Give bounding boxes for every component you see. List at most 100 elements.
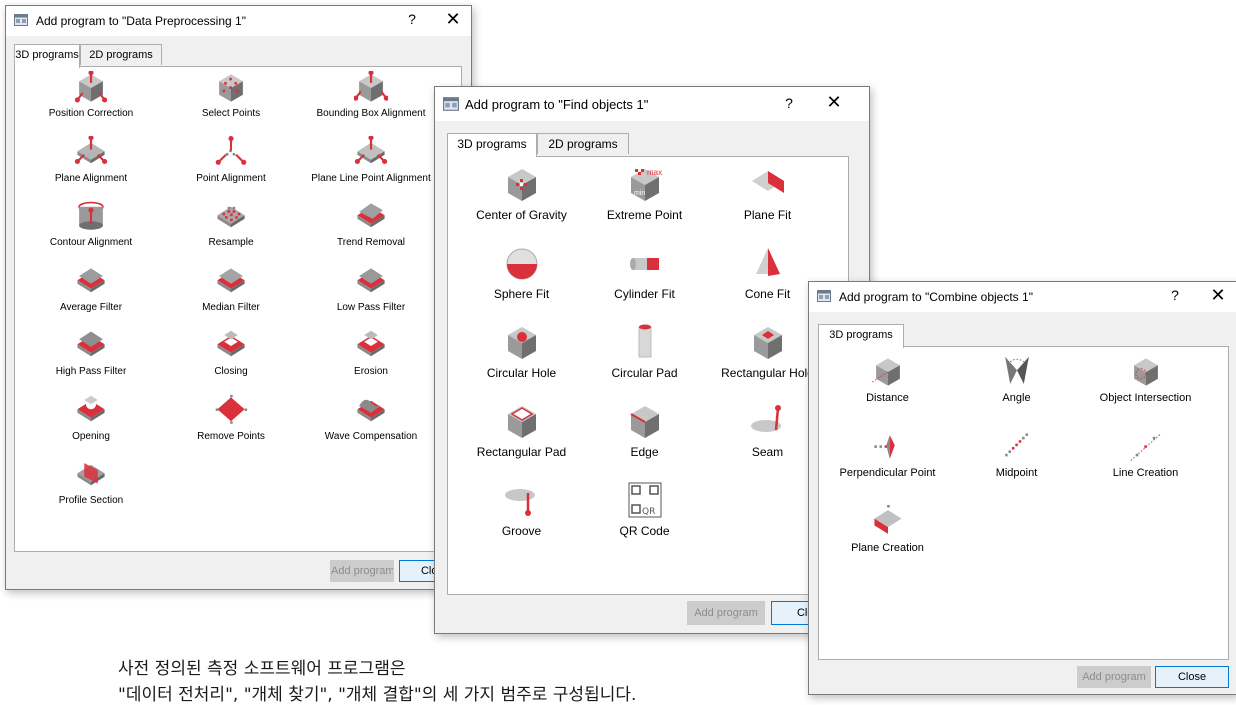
opening-icon	[77, 395, 105, 421]
program-item-extreme-point[interactable]: max min Extreme Point	[583, 165, 706, 222]
program-item-object-intersection[interactable]: Object Intersection	[1081, 355, 1210, 404]
program-item-rectangular-pad[interactable]: Rectangular Pad	[460, 402, 583, 459]
program-label: Trend Removal	[337, 237, 405, 248]
object-intersection-icon	[1133, 358, 1158, 386]
close-button[interactable]: Close	[1155, 666, 1229, 688]
program-item-opening[interactable]: Opening	[21, 394, 161, 442]
add-program-button[interactable]: Add program	[687, 601, 765, 625]
program-item-line-creation[interactable]: Line Creation	[1081, 430, 1210, 479]
svg-text:QR: QR	[642, 507, 655, 517]
program-item-profile-section[interactable]: Profile Section	[21, 458, 161, 506]
program-item-average-filter[interactable]: Average Filter	[21, 265, 161, 313]
close-window-button[interactable]: ✕	[1205, 285, 1231, 306]
dialog-combine-objects: Add program to "Combine objects 1" ? ✕ 3…	[808, 281, 1236, 695]
tab-2d-programs[interactable]: 2D programs	[537, 133, 629, 154]
cone-fit-icon	[755, 248, 780, 276]
program-item-high-pass-filter[interactable]: High Pass Filter	[21, 329, 161, 377]
program-item-circular-pad[interactable]: Circular Pad	[583, 323, 706, 380]
sphere-fit-icon	[506, 248, 537, 280]
remove-points-icon	[215, 394, 248, 424]
program-list: Center of Gravity max min Extreme Point P…	[447, 156, 849, 595]
program-label: Profile Section	[58, 495, 124, 506]
tab-2d-programs[interactable]: 2D programs	[80, 44, 162, 65]
help-button[interactable]: ?	[777, 95, 801, 111]
program-item-center-of-gravity[interactable]: Center of Gravity	[460, 165, 583, 222]
add-program-button[interactable]: Add program	[330, 560, 394, 582]
help-button[interactable]: ?	[400, 11, 424, 27]
dialog-find-objects: Add program to "Find objects 1" ? ✕ 3D p…	[434, 86, 870, 634]
add-program-button[interactable]: Add program	[1077, 666, 1151, 688]
circular-pad-icon	[638, 324, 651, 358]
program-item-plane-alignment[interactable]: Plane Alignment	[21, 135, 161, 184]
program-item-sphere-fit[interactable]: Sphere Fit	[460, 244, 583, 301]
program-item-trend-removal[interactable]: Trend Removal	[301, 200, 441, 248]
program-item-qr-code[interactable]: QR QR Code	[583, 481, 706, 538]
point-alignment-icon	[215, 135, 247, 165]
program-item-wave-compensation[interactable]: Wave Compensation	[301, 394, 441, 442]
program-label: Low Pass Filter	[336, 301, 406, 313]
tab-3d-programs[interactable]: 3D programs	[818, 324, 904, 348]
low-pass-filter-icon	[357, 267, 385, 292]
plane-line-point-alignment-icon	[354, 135, 388, 164]
program-label: Point Alignment	[196, 172, 266, 184]
close-window-button[interactable]: ✕	[440, 9, 466, 30]
program-label: Circular Hole	[486, 366, 557, 380]
program-item-low-pass-filter[interactable]: Low Pass Filter	[301, 265, 441, 313]
line-creation-icon	[1129, 433, 1162, 461]
program-label: Wave Compensation	[324, 430, 418, 442]
tab-3d-programs[interactable]: 3D programs	[447, 133, 537, 157]
tab-3d-programs[interactable]: 3D programs	[14, 44, 80, 68]
program-label: Perpendicular Point	[839, 467, 936, 479]
title-bar[interactable]: Add program to "Find objects 1" ? ✕	[435, 87, 869, 121]
plane-creation-icon	[873, 505, 902, 534]
program-label: Erosion	[354, 366, 388, 377]
program-item-point-alignment[interactable]: Point Alignment	[161, 135, 301, 184]
program-item-select-points[interactable]: Select Points	[161, 71, 301, 119]
program-item-perpendicular-point[interactable]: Perpendicular Point	[823, 430, 952, 479]
contour-alignment-icon	[78, 201, 104, 230]
program-item-plane-creation[interactable]: Plane Creation	[823, 505, 952, 554]
resample-icon	[217, 206, 245, 228]
program-item-edge[interactable]: Edge	[583, 402, 706, 459]
program-item-plane-line-point-alignment[interactable]: Plane Line Point Alignment	[301, 135, 441, 184]
program-label: Contour Alignment	[49, 237, 133, 248]
program-label: High Pass Filter	[55, 366, 127, 377]
program-label: Resample	[208, 237, 254, 248]
program-item-angle[interactable]: Angle	[952, 355, 1081, 404]
app-window-icon	[14, 14, 28, 26]
program-item-groove[interactable]: Groove	[460, 481, 583, 538]
distance-icon	[870, 358, 900, 386]
program-item-plane-fit[interactable]: Plane Fit	[706, 165, 829, 222]
dialog-data-preprocessing: Add program to "Data Preprocessing 1" ? …	[5, 5, 472, 590]
program-item-circular-hole[interactable]: Circular Hole	[460, 323, 583, 380]
dialog-title: Add program to "Data Preprocessing 1"	[36, 14, 246, 28]
app-window-icon	[443, 97, 459, 111]
program-item-position-correction[interactable]: Position Correction	[21, 71, 161, 119]
program-label: Groove	[501, 524, 542, 538]
program-item-remove-points[interactable]: Remove Points	[161, 394, 301, 442]
help-button[interactable]: ?	[1163, 287, 1187, 303]
program-item-contour-alignment[interactable]: Contour Alignment	[21, 200, 161, 248]
program-item-bounding-box-alignment[interactable]: Bounding Box Alignment	[301, 71, 441, 119]
program-item-distance[interactable]: Distance	[823, 355, 952, 404]
cylinder-fit-icon	[629, 258, 659, 270]
program-label: Position Correction	[48, 108, 134, 119]
program-label: Average Filter	[59, 301, 123, 313]
program-item-closing[interactable]: Closing	[161, 329, 301, 377]
program-item-median-filter[interactable]: Median Filter	[161, 265, 301, 313]
program-item-resample[interactable]: Resample	[161, 200, 301, 248]
angle-icon	[1004, 356, 1029, 384]
perpendicular-point-icon	[873, 435, 895, 459]
program-item-erosion[interactable]: Erosion	[301, 329, 441, 377]
rectangular-pad-icon	[507, 406, 536, 438]
program-label: Bounding Box Alignment	[316, 108, 426, 119]
program-item-midpoint[interactable]: Midpoint	[952, 430, 1081, 479]
close-window-button[interactable]: ✕	[821, 92, 847, 113]
program-label: Plane Fit	[743, 208, 792, 222]
title-bar[interactable]: Add program to "Data Preprocessing 1" ? …	[6, 6, 471, 36]
program-label: Plane Alignment	[54, 172, 128, 184]
position-correction-icon	[74, 71, 108, 103]
title-bar[interactable]: Add program to "Combine objects 1" ? ✕	[809, 282, 1236, 312]
median-filter-icon	[217, 267, 245, 292]
program-item-cylinder-fit[interactable]: Cylinder Fit	[583, 244, 706, 301]
